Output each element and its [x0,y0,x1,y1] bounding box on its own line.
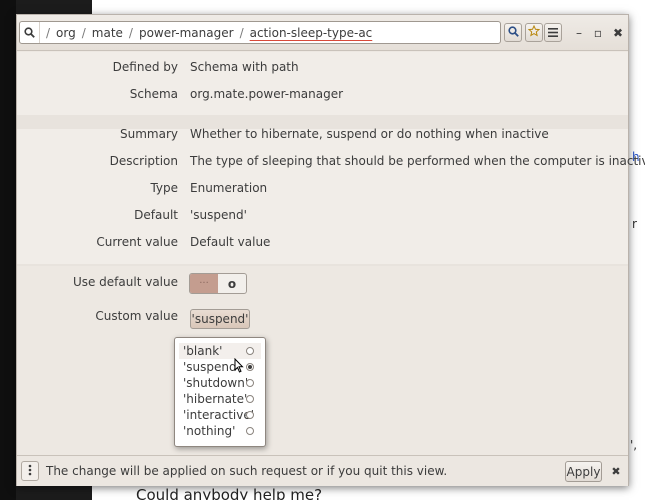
section-separator [17,264,628,266]
background-text-fragment: r [632,217,637,231]
header-bar: / org / mate / power-manager / action-sl… [17,15,628,51]
schema-section [17,52,628,115]
option-interactive[interactable]: 'interactive' [175,407,265,423]
path-segment-org[interactable]: org [50,26,82,40]
minimize-icon: – [576,25,582,40]
option-label: 'hibernate' [183,392,248,406]
option-label: 'nothing' [183,424,236,438]
path-segment-current-key[interactable]: action-sleep-type-ac [244,26,379,40]
dismiss-button[interactable]: ✖ [608,462,624,481]
current-value-label: Current value [96,235,178,249]
maximize-icon: ▫ [593,25,603,40]
defined-by-value: Schema with path [190,60,299,74]
background-strip [0,0,16,500]
footer-menu-button[interactable] [21,461,39,481]
close-window-button[interactable]: ✖ [609,23,627,42]
description-label: Description [109,154,178,168]
radio-icon [246,379,254,387]
apply-button[interactable]: Apply [565,461,602,482]
close-icon: ✖ [611,465,621,478]
mouse-pointer-icon [234,357,244,376]
option-label: 'shutdown' [183,376,249,390]
summary-value: Whether to hibernate, suspend or do noth… [190,127,549,141]
background-bottom-text: Could anybody help me? [136,486,323,500]
schema-value: org.mate.power-manager [190,87,344,101]
maximize-button[interactable]: ▫ [589,23,607,42]
radio-icon [246,427,254,435]
current-value-value: Default value [190,235,271,249]
option-label: 'interactive' [183,408,255,422]
default-value: 'suspend' [190,208,247,222]
star-icon [527,24,541,40]
pending-change-message: The change will be applied on such reque… [46,464,448,478]
close-icon: ✖ [612,25,624,40]
path-separator: / [46,25,51,40]
radio-icon [246,347,254,355]
option-suspend[interactable]: 'suspend' [175,359,265,375]
option-label: 'suspend' [183,360,240,374]
type-label: Type [150,181,178,195]
search-icon[interactable] [20,22,40,43]
radio-checked-icon [246,363,254,371]
type-value: Enumeration [190,181,268,195]
custom-value-label: Custom value [95,309,178,323]
path-bar[interactable]: / org / mate / power-manager / action-sl… [19,21,501,44]
default-label: Default [134,208,178,222]
radio-icon [246,395,254,403]
schema-label: Schema [129,87,178,101]
bookmark-button[interactable] [525,23,543,42]
main-menu-button[interactable] [544,23,562,42]
option-nothing[interactable]: 'nothing' [175,423,265,439]
key-properties: Defined by Schema with path Schema org.m… [17,52,645,454]
minimize-button[interactable]: – [570,23,588,42]
path-segment-power-manager[interactable]: power-manager [133,26,240,40]
search-button[interactable] [504,23,522,42]
footer-bar: The change will be applied on such reque… [17,455,628,486]
option-shutdown[interactable]: 'shutdown' [175,375,265,391]
description-value: The type of sleeping that should be perf… [190,154,645,168]
dconf-editor-window: / org / mate / power-manager / action-sl… [16,14,645,486]
switch-on-side: ··· [190,274,218,293]
search-icon [507,25,519,40]
hamburger-menu-icon [548,26,558,40]
radio-icon [246,411,254,419]
summary-label: Summary [120,127,178,141]
option-blank[interactable]: 'blank' [179,343,261,359]
switch-knob[interactable]: o [218,274,246,293]
background-text-fragment: ', [630,438,638,452]
custom-value-options-popup: 'blank' 'suspend' 'shutdown' 'hibernate'… [174,337,266,447]
use-default-label: Use default value [72,275,178,289]
defined-by-label: Defined by [112,60,178,74]
path-segment-mate[interactable]: mate [86,26,129,40]
custom-value-dropdown[interactable]: 'suspend' [190,309,250,329]
option-label: 'blank' [183,344,223,358]
use-default-switch[interactable]: ··· o [189,273,247,294]
option-hibernate[interactable]: 'hibernate' [175,391,265,407]
vertical-dots-icon [28,464,32,479]
switch-off-glyph: o [227,276,237,291]
